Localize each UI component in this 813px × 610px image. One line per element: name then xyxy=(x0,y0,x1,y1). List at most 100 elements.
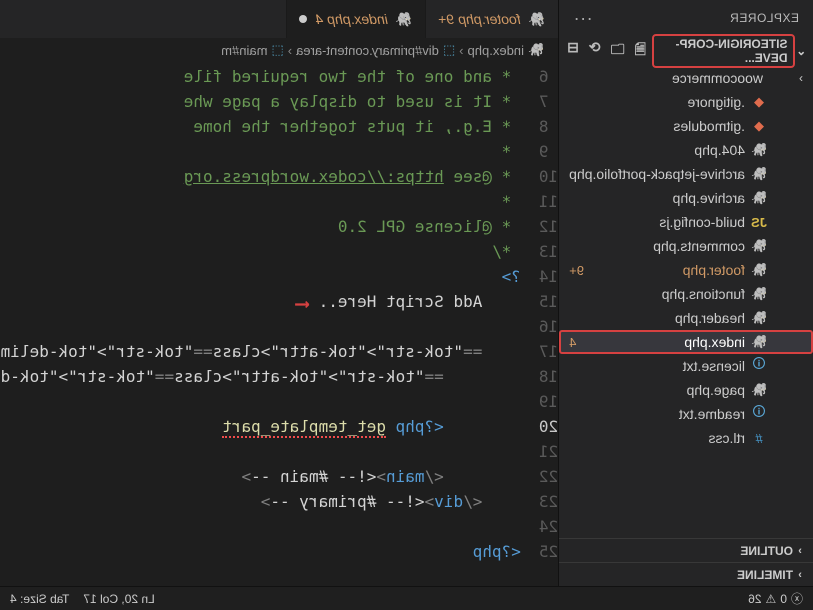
code-line: =="tok-str">"tok-attr">class=="tok-str">… xyxy=(0,339,521,364)
php-icon: 🐘 xyxy=(749,166,769,182)
line-number: 11 xyxy=(539,189,558,214)
tree-file[interactable]: 🐘footer.php9+ xyxy=(559,258,813,282)
line-number: 23 xyxy=(539,489,558,514)
tree-file[interactable]: ◆.gitmodules xyxy=(559,114,813,138)
txt-icon: 🛈 xyxy=(749,403,769,425)
tree-item-label: header.php xyxy=(569,310,745,326)
txt-icon: 🛈 xyxy=(749,355,769,377)
php-icon: 🐘 xyxy=(749,334,769,350)
tree-folder[interactable]: › woocommerce xyxy=(559,66,813,90)
editor-area[interactable]: 678910111213141516171819202122232425 * a… xyxy=(0,62,558,586)
error-icon: ⓧ xyxy=(791,590,803,607)
breadcrumb-segment: div#primary.content-area xyxy=(296,43,439,58)
tree-item-label: woocommerce xyxy=(569,70,763,86)
git-change-count: 4 xyxy=(569,335,576,350)
code-line: Add Script Here.. xyxy=(0,289,521,314)
php-icon: 🐘 xyxy=(749,262,769,278)
tree-file[interactable]: ◆.gitignore xyxy=(559,90,813,114)
code-line: * xyxy=(0,189,521,214)
line-number: 22 xyxy=(539,464,558,489)
tree-file[interactable]: 🐘archive.php xyxy=(559,186,813,210)
tree-file[interactable]: 🐘functions.php xyxy=(559,282,813,306)
code-line: <?php get_template_part xyxy=(0,414,521,439)
tree-item-label: .gitmodules xyxy=(569,118,745,134)
status-problems[interactable]: ⓧ 0 ⚠ 26 xyxy=(748,590,803,607)
breadcrumb-file: index.php xyxy=(468,43,524,58)
new-file-icon[interactable]: 🗎 xyxy=(635,39,646,63)
tabs-bar: 🐘footer.php 9+🐘index.php 4 xyxy=(0,0,558,38)
workspace-folder-header[interactable]: ⌄ SITEORIGIN-CORP-DEVE... 🗎 🗀 ⟳ ⊟ xyxy=(559,36,813,66)
line-number: 13 xyxy=(539,239,558,264)
tree-file[interactable]: 🐘archive-jetpack-portfolio.php xyxy=(559,162,813,186)
tab-label: footer.php 9+ xyxy=(438,11,520,27)
tree-file[interactable]: #rtl.css xyxy=(559,426,813,450)
code-line: * E.g., it puts together the home xyxy=(0,114,521,139)
js-icon: JS xyxy=(749,215,769,230)
tree-file[interactable]: 🐘page.php xyxy=(559,378,813,402)
code-line: <?php xyxy=(0,539,521,564)
chevron-right-icon: › xyxy=(793,569,807,581)
editor-tab[interactable]: 🐘footer.php 9+ xyxy=(425,0,558,38)
breadcrumb-sep-icon: › xyxy=(459,43,463,58)
line-number: 15 xyxy=(539,289,558,314)
tree-item-label: .gitignore xyxy=(569,94,745,110)
collapsed-panel-outline[interactable]: ›OUTLINE xyxy=(559,538,813,562)
tree-file[interactable]: 🛈license.txt xyxy=(559,354,813,378)
code-line: </div><!-- #primary --> xyxy=(0,489,521,514)
line-number: 25 xyxy=(539,539,558,564)
tree-item-label: page.php xyxy=(569,382,745,398)
explorer-more-icon[interactable]: ··· xyxy=(573,8,592,29)
tree-item-label: index.php xyxy=(576,334,745,350)
chevron-down-icon: ⌄ xyxy=(795,44,807,58)
git-icon: ◆ xyxy=(749,118,769,134)
php-icon: 🐘 xyxy=(528,42,544,58)
breadcrumb-segment: main#m xyxy=(221,43,267,58)
chevron-right-icon: › xyxy=(799,71,803,85)
chevron-right-icon: › xyxy=(793,545,807,557)
line-number: 16 xyxy=(539,314,558,339)
code-line xyxy=(0,314,521,339)
tree-item-label: license.txt xyxy=(569,358,745,374)
line-number: 7 xyxy=(539,89,558,114)
collapsed-panel-timeline[interactable]: ›TIMELINE xyxy=(559,562,813,586)
code-line xyxy=(0,389,521,414)
code-line: * and one of the two required file xyxy=(0,64,521,89)
code-line: * @license GPL 2.0 xyxy=(0,214,521,239)
new-folder-icon[interactable]: 🗀 xyxy=(611,39,625,63)
warning-icon: ⚠ xyxy=(766,592,777,606)
code-content[interactable]: * and one of the two required file * It … xyxy=(0,62,521,586)
tree-file[interactable]: JSbuild-config.js xyxy=(559,210,813,234)
tree-file[interactable]: 🛈readme.txt xyxy=(559,402,813,426)
dirty-indicator-icon xyxy=(299,15,307,23)
breadcrumb-sep-icon: › xyxy=(288,43,292,58)
breadcrumb[interactable]: 🐘 index.php › ⬚ div#primary.content-area… xyxy=(0,38,558,62)
line-number: 17 xyxy=(539,339,558,364)
status-tab-size[interactable]: Tab Size: 4 xyxy=(10,592,69,606)
status-cursor-position[interactable]: Ln 20, Col 17 xyxy=(83,592,154,606)
tree-file[interactable]: 🐘index.php4 xyxy=(559,330,813,354)
php-icon: 🐘 xyxy=(749,190,769,206)
tree-item-label: archive-jetpack-portfolio.php xyxy=(569,166,745,182)
editor-tab[interactable]: 🐘index.php 4 xyxy=(286,0,425,38)
collapse-all-icon[interactable]: ⊟ xyxy=(567,39,579,63)
explorer-sidebar: EXPLORER ··· ⌄ SITEORIGIN-CORP-DEVE... 🗎… xyxy=(558,0,813,586)
html-tag-icon: ⬚ xyxy=(271,42,283,58)
folder-actions: 🗎 🗀 ⟳ ⊟ xyxy=(567,39,646,63)
php-icon: 🐘 xyxy=(396,11,413,28)
line-number: 21 xyxy=(539,439,558,464)
tree-item-label: rtl.css xyxy=(569,430,745,446)
tree-file[interactable]: 🐘header.php xyxy=(559,306,813,330)
editor-column: 🐘footer.php 9+🐘index.php 4 🐘 index.php ›… xyxy=(0,0,558,586)
tree-file[interactable]: 🐘comments.php xyxy=(559,234,813,258)
code-line: =="tok-str">"tok-attr">class=="tok-str">… xyxy=(0,364,521,389)
php-icon: 🐘 xyxy=(749,310,769,326)
tree-item-label: 404.php xyxy=(569,142,745,158)
tree-item-label: archive.php xyxy=(569,190,745,206)
tree-item-label: functions.php xyxy=(569,286,745,302)
code-line xyxy=(0,514,521,539)
tree-file[interactable]: 🐘404.php xyxy=(559,138,813,162)
code-line: */ xyxy=(0,239,521,264)
refresh-icon[interactable]: ⟳ xyxy=(589,39,601,63)
line-number: 24 xyxy=(539,514,558,539)
code-line xyxy=(0,439,521,464)
